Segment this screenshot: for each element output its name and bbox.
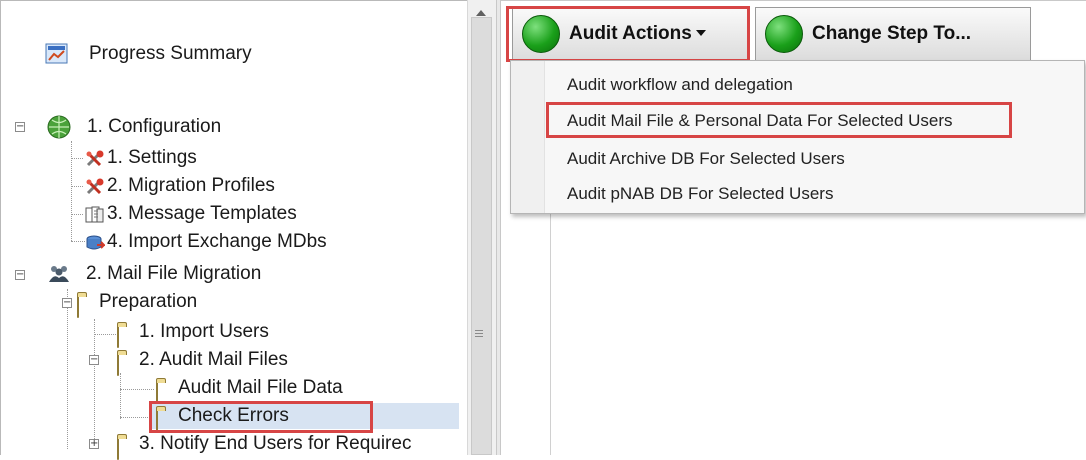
tree-item-label: 2. Audit Mail Files <box>139 349 288 370</box>
tree-connector <box>67 289 68 449</box>
collapse-toggle[interactable]: − <box>15 270 25 280</box>
globe-icon <box>47 115 71 139</box>
tools-icon <box>85 178 105 195</box>
tree-item-message-templates[interactable]: 3. Message Templates <box>85 203 297 225</box>
tree-item-label: Progress Summary <box>89 43 252 64</box>
tree-connector <box>71 241 85 242</box>
tree-item-import-exchange-mdbs[interactable]: 4. Import Exchange MDbs <box>85 231 327 253</box>
menu-item-audit-workflow[interactable]: Audit workflow and delegation <box>567 75 793 95</box>
highlight-box-audit-mail-file <box>546 102 1012 138</box>
tree-item-progress-summary[interactable]: Progress Summary <box>45 43 252 65</box>
tools-icon <box>85 150 105 167</box>
folder-open-icon <box>156 380 176 404</box>
tree-item-notify-end-users[interactable]: 3. Notify End Users for Requirec <box>117 433 412 460</box>
collapse-toggle[interactable]: − <box>62 298 72 308</box>
tree-item-mail-file-migration[interactable]: 2. Mail File Migration <box>48 263 261 285</box>
database-import-icon <box>85 234 107 251</box>
highlight-box-audit-actions <box>506 6 750 62</box>
folder-open-icon <box>117 352 137 376</box>
tree-connector <box>94 319 95 449</box>
tree-item-label: 1. Configuration <box>87 116 222 137</box>
vertical-scrollbar[interactable] <box>467 0 496 455</box>
tree-item-audit-mail-files[interactable]: 2. Audit Mail Files <box>117 349 288 376</box>
navigation-tree-pane: Progress Summary − 1. Configuration 1. S… <box>0 0 467 460</box>
tree-item-label: 3. Notify End Users for Requirec <box>139 433 412 454</box>
tree-connector <box>120 373 121 419</box>
document-template-icon <box>85 206 105 223</box>
tree-item-label: Audit Mail File Data <box>178 377 343 398</box>
tree-item-label: 4. Import Exchange MDbs <box>107 231 327 252</box>
tree-item-label: 1. Settings <box>107 147 197 168</box>
tree-connector <box>71 214 83 215</box>
collapse-toggle[interactable]: − <box>15 122 25 132</box>
tree-connector <box>71 158 83 159</box>
tree-item-migration-profiles[interactable]: 2. Migration Profiles <box>85 175 275 197</box>
folder-open-icon <box>77 294 97 318</box>
scroll-up-arrow-icon[interactable] <box>476 10 486 16</box>
users-group-icon <box>48 264 70 284</box>
tree-connector <box>120 389 154 390</box>
tree-item-label: 3. Message Templates <box>107 203 297 224</box>
expand-toggle[interactable]: + <box>89 439 99 449</box>
scrollbar-grip-icon <box>475 330 483 339</box>
tree-connector <box>94 334 116 335</box>
tree-connector <box>71 141 72 241</box>
tree-connector <box>71 186 83 187</box>
collapse-toggle[interactable]: − <box>89 355 99 365</box>
tree-item-label: 2. Migration Profiles <box>107 175 275 196</box>
green-status-icon <box>765 15 803 53</box>
tree-connector <box>120 417 150 418</box>
menu-item-audit-pnab-db[interactable]: Audit pNAB DB For Selected Users <box>567 184 833 204</box>
tree-item-label: 2. Mail File Migration <box>86 263 262 284</box>
chart-report-icon <box>45 43 69 65</box>
menu-item-audit-archive-db[interactable]: Audit Archive DB For Selected Users <box>567 149 845 169</box>
tree-item-audit-mail-file-data[interactable]: Audit Mail File Data <box>156 377 343 404</box>
tree-item-import-users[interactable]: 1. Import Users <box>117 321 269 348</box>
highlight-box-check-errors <box>149 401 373 433</box>
folder-open-icon <box>117 324 137 348</box>
tree-item-label: Preparation <box>99 291 198 312</box>
menu-gutter <box>511 61 545 213</box>
scrollbar-thumb[interactable] <box>471 17 492 455</box>
tree-item-configuration[interactable]: 1. Configuration <box>47 115 221 139</box>
change-step-label: Change Step To... <box>812 23 972 44</box>
tree-item-preparation[interactable]: Preparation <box>77 291 198 318</box>
tree-item-settings[interactable]: 1. Settings <box>85 147 197 169</box>
tree-item-label: 1. Import Users <box>139 321 269 342</box>
folder-open-icon <box>117 436 137 460</box>
change-step-button[interactable]: Change Step To... <box>755 7 1031 61</box>
